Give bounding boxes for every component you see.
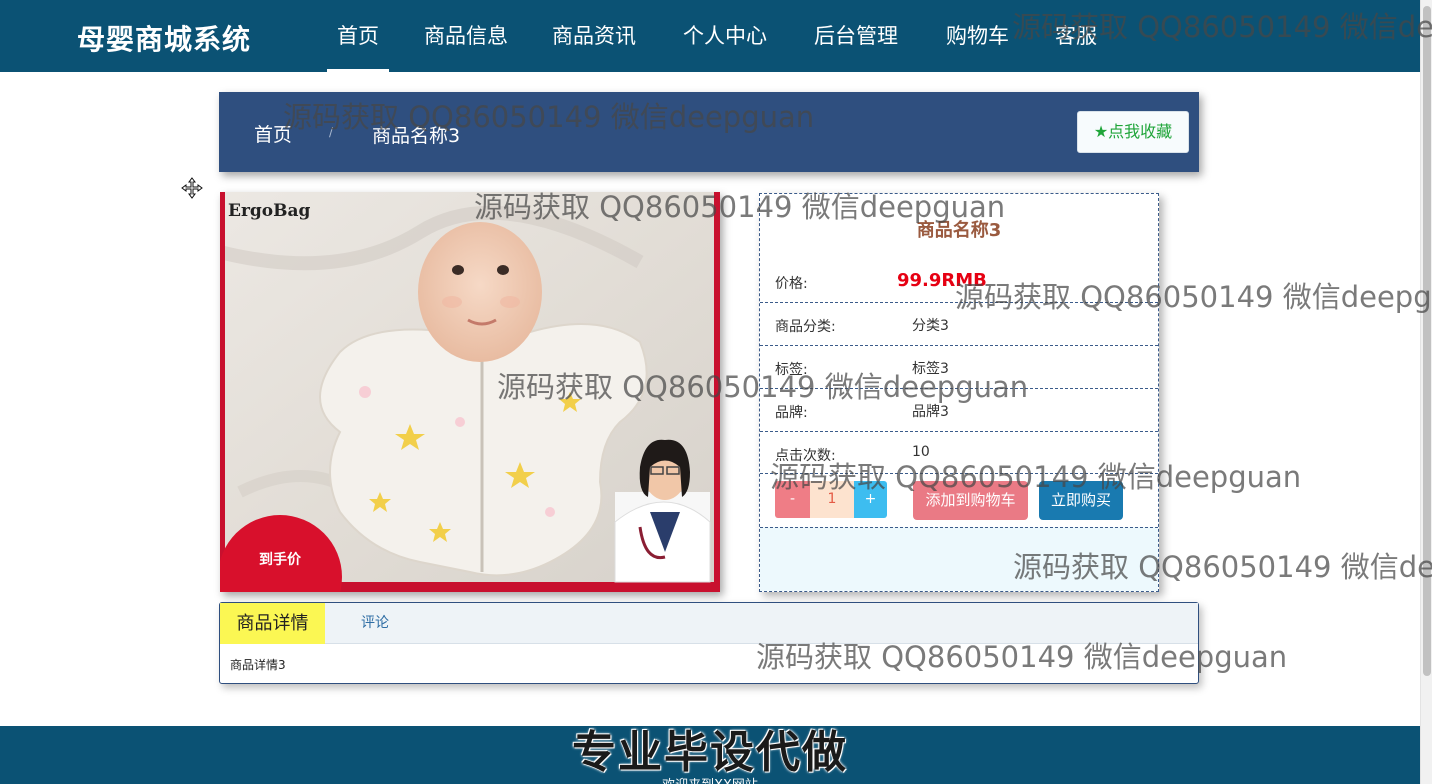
favorite-button[interactable]: ★点我收藏 (1077, 111, 1189, 153)
info-panel-footer (760, 527, 1158, 591)
add-to-cart-button[interactable]: 添加到购物车 (913, 481, 1028, 520)
category-label: 商品分类: (775, 319, 836, 335)
divider (760, 302, 1158, 303)
quantity-increase-button[interactable]: + (854, 481, 887, 518)
product-title: 商品名称3 (916, 220, 1002, 241)
nav-cart[interactable]: 购物车 (946, 0, 1009, 72)
brand-logo-text: ErgoBag (228, 201, 311, 221)
vertical-scrollbar[interactable] (1420, 0, 1432, 784)
breadcrumb-separator: / (329, 125, 334, 139)
divider (760, 431, 1158, 432)
category-value: 分类3 (912, 318, 949, 334)
product-tabs: 商品详情 评论 商品详情3 (219, 602, 1199, 684)
brand-label: 品牌: (775, 405, 808, 421)
divider (760, 345, 1158, 346)
clicks-value: 10 (912, 444, 930, 460)
footer-logo: 专业毕设代做 (572, 727, 848, 778)
move-cursor-icon (181, 177, 203, 199)
site-logo[interactable]: 母婴商城系统 (77, 18, 251, 58)
nav-products[interactable]: 商品信息 (424, 0, 508, 72)
product-photo-illustration: 到手价 ErgoBag (220, 192, 720, 592)
tab-product-details[interactable]: 商品详情 (220, 603, 325, 644)
tab-content: 商品详情3 (230, 658, 286, 672)
price-badge-text: 到手价 (259, 551, 302, 568)
page: 母婴商城系统 首页 商品信息 商品资讯 个人中心 后台管理 购物车 客服 首页 … (0, 0, 1432, 784)
tab-comments[interactable]: 评论 (361, 603, 389, 644)
clicks-label: 点击次数: (775, 448, 836, 464)
quantity-decrease-button[interactable]: - (775, 481, 810, 518)
nav-news[interactable]: 商品资讯 (552, 0, 636, 72)
buy-now-button[interactable]: 立即购买 (1039, 481, 1123, 520)
scrollbar-thumb[interactable] (1423, 6, 1431, 676)
divider (760, 388, 1158, 389)
nav-admin[interactable]: 后台管理 (814, 0, 898, 72)
tag-value: 标签3 (912, 361, 949, 377)
price-label: 价格: (775, 276, 808, 292)
breadcrumb-current: 商品名称3 (372, 125, 461, 147)
breadcrumb-home-link[interactable]: 首页 (254, 120, 292, 147)
nav-customer-service[interactable]: 客服 (1055, 0, 1097, 72)
quantity-input[interactable]: 1 (810, 481, 854, 518)
price-value: 99.9RMB (897, 270, 987, 291)
top-navbar: 母婴商城系统 首页 商品信息 商品资讯 个人中心 后台管理 购物车 客服 (0, 0, 1420, 72)
divider (760, 473, 1158, 474)
brand-value: 品牌3 (912, 404, 949, 420)
footer: 专业毕设代做 欢迎来到XX网站 (0, 726, 1420, 784)
nav-home[interactable]: 首页 (327, 0, 389, 72)
breadcrumb-bar: 首页 / 商品名称3 ★点我收藏 (219, 92, 1199, 172)
footer-text: 欢迎来到XX网站 (0, 774, 1420, 784)
tag-label: 标签: (775, 362, 808, 378)
product-image: 到手价 ErgoBag (220, 192, 720, 592)
tabs-header: 商品详情 评论 (220, 603, 1198, 644)
nav-personal-center[interactable]: 个人中心 (683, 0, 767, 72)
product-info-panel: 商品名称3 价格: 99.9RMB 商品分类: 分类3 标签: 标签3 品牌: … (759, 193, 1159, 592)
